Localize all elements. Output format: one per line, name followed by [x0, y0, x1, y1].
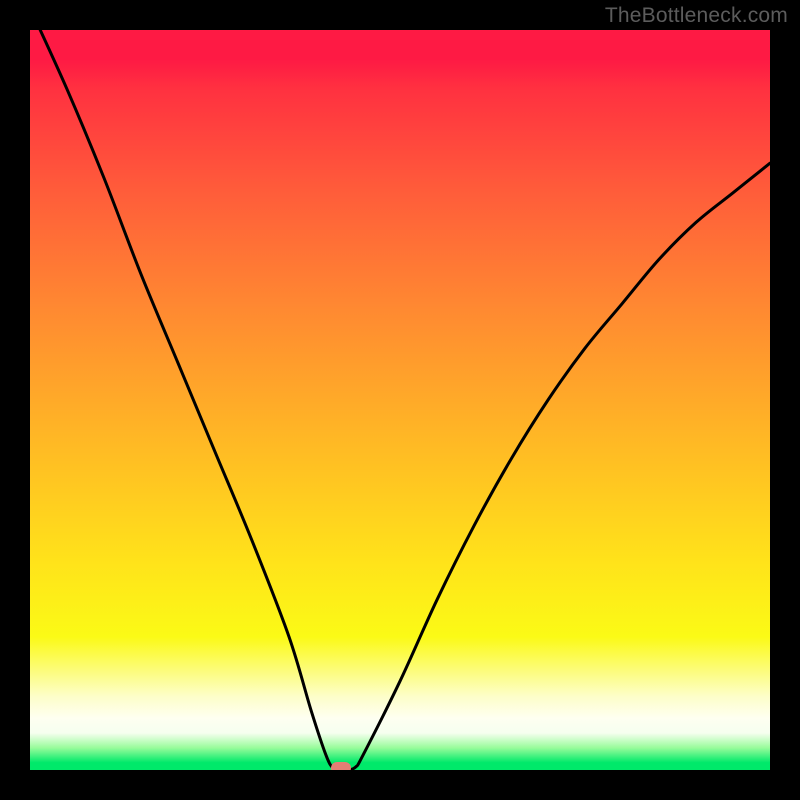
- minimum-marker: [331, 762, 351, 770]
- plot-area: [30, 30, 770, 770]
- curve-svg: [30, 30, 770, 770]
- watermark-text: TheBottleneck.com: [605, 4, 788, 28]
- bottleneck-curve: [30, 30, 770, 770]
- chart-container: TheBottleneck.com: [0, 0, 800, 800]
